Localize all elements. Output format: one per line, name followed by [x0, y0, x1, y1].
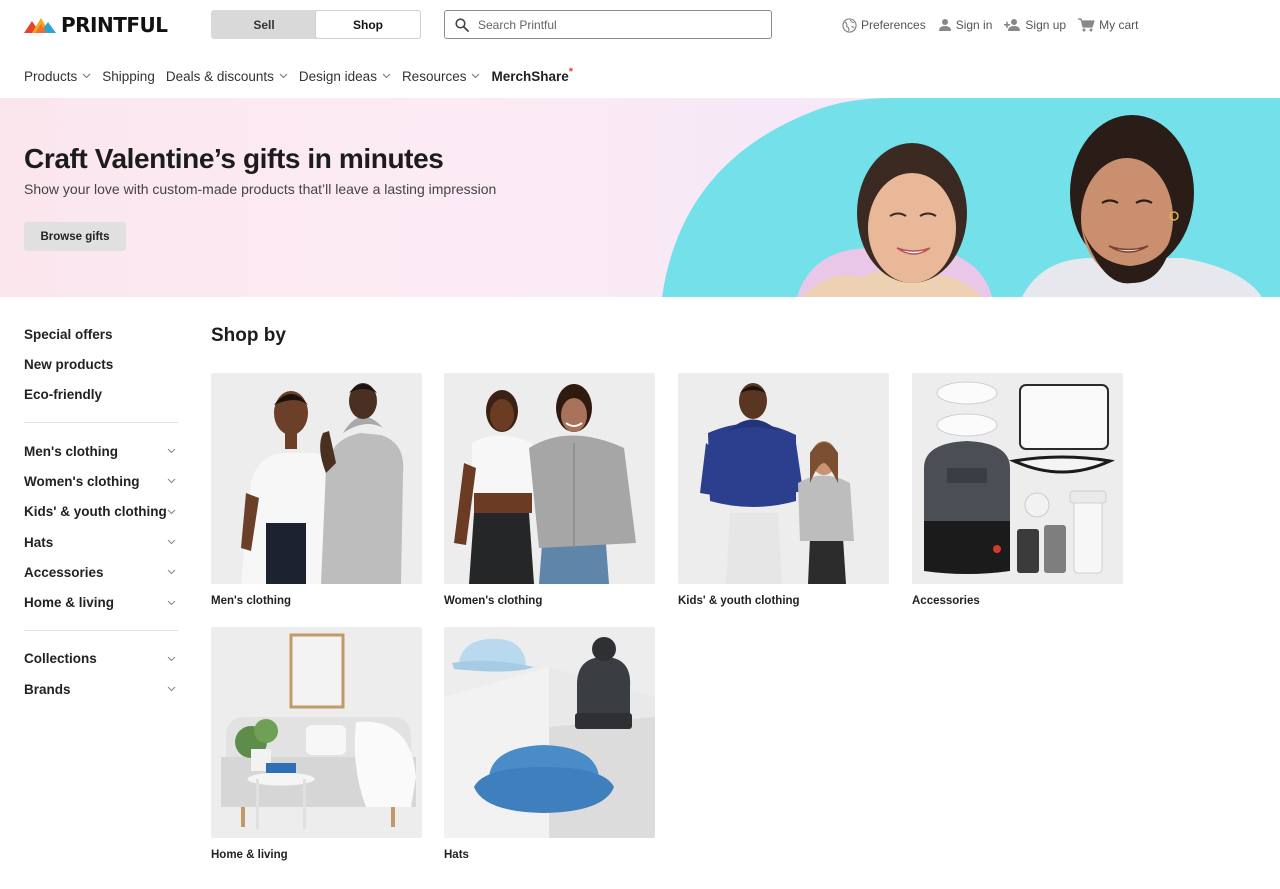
sidebar-category-label: Kids' & youth clothing	[24, 504, 167, 520]
kids-youth-clothing-image	[678, 373, 889, 584]
hero-banner: Craft Valentine’s gifts in minutes Show …	[0, 98, 1280, 297]
sidebar-link-new-products[interactable]: New products	[24, 350, 178, 380]
tile-label: Men's clothing	[211, 595, 292, 607]
nav-shipping[interactable]: Shipping	[102, 69, 155, 84]
nav-merchshare[interactable]: MerchShare *	[491, 66, 574, 84]
sidebar-category-label: Home & living	[24, 595, 115, 611]
user-plus-icon	[1004, 19, 1021, 31]
my-cart-link[interactable]: My cart	[1078, 18, 1138, 32]
nav-merchshare-label: MerchShare	[491, 68, 569, 84]
shop-tile-mens-clothing[interactable]: Men's clothing	[211, 373, 422, 607]
sidebar-category-mens-clothing[interactable]: Men's clothing	[24, 436, 178, 466]
printful-logo[interactable]: PRINTFUL	[24, 14, 168, 36]
cart-icon	[1078, 18, 1095, 32]
hero-couple-image	[662, 98, 1280, 297]
sidebar-category-label: Women's clothing	[24, 473, 140, 489]
nav-resources[interactable]: Resources	[402, 69, 481, 84]
chevron-down-icon	[167, 448, 176, 454]
chevron-down-icon	[167, 539, 176, 545]
tile-label: Kids' & youth clothing	[678, 595, 800, 607]
chevron-down-icon	[167, 569, 176, 575]
nav-deals-label: Deals & discounts	[165, 68, 274, 84]
accessories-image	[912, 373, 1123, 584]
sidebar-category-hats[interactable]: Hats	[24, 527, 178, 557]
chevron-down-icon	[167, 600, 176, 605]
home-living-image	[211, 627, 422, 838]
nav-design-ideas-label: Design ideas	[298, 68, 377, 84]
mode-shop-button[interactable]: Shop	[316, 11, 420, 38]
search-bar	[444, 10, 772, 39]
womens-clothing-image	[444, 373, 655, 584]
sidebar-divider	[24, 629, 178, 631]
search-input[interactable]	[478, 17, 758, 32]
sign-up-label: Sign up	[1025, 18, 1067, 32]
header-utilities: Preferences Sign in Sign up My cart	[842, 16, 1150, 34]
sidebar-category-womens-clothing[interactable]: Women's clothing	[24, 466, 178, 496]
hero-title: Craft Valentine’s gifts in minutes	[24, 143, 444, 174]
nav-products-label: Products	[24, 68, 78, 84]
main-nav: Products Shipping Deals & discounts Desi…	[24, 64, 584, 88]
browse-gifts-button[interactable]: Browse gifts	[24, 222, 126, 251]
my-cart-label: My cart	[1099, 18, 1139, 32]
sidebar-collections[interactable]: Collections	[24, 644, 178, 674]
chevron-down-icon	[279, 73, 288, 79]
hats-image	[444, 627, 655, 838]
merchshare-new-mark: *	[568, 66, 574, 78]
search-icon[interactable]	[455, 17, 469, 32]
shop-tile-hats[interactable]: Hats	[444, 627, 655, 861]
sidebar-category-accessories[interactable]: Accessories	[24, 557, 178, 587]
shop-tile-home-living[interactable]: Home & living	[211, 627, 422, 861]
nav-resources-label: Resources	[401, 68, 467, 84]
chevron-down-icon	[167, 656, 176, 662]
sidebar-brands-label: Brands	[24, 681, 71, 697]
user-icon	[938, 19, 951, 31]
shop-tile-kids-youth-clothing[interactable]: Kids' & youth clothing	[678, 373, 889, 607]
tile-label: Home & living	[211, 849, 288, 861]
category-sidebar: Special offers New products Eco-friendly…	[24, 320, 178, 704]
preferences-label: Preferences	[861, 18, 926, 32]
chevron-down-icon	[167, 509, 176, 515]
hero-subtitle: Show your love with custom-made products…	[24, 181, 497, 197]
mens-clothing-image	[211, 373, 422, 584]
sidebar-brands[interactable]: Brands	[24, 674, 178, 704]
tile-label: Women's clothing	[444, 595, 543, 607]
logo-mountains-icon	[24, 18, 56, 33]
sign-in-link[interactable]: Sign in	[938, 18, 993, 32]
logo-wordmark: PRINTFUL	[61, 13, 168, 37]
sidebar-link-special-offers[interactable]: Special offers	[24, 320, 178, 350]
chevron-down-icon	[167, 479, 176, 484]
sidebar-link-eco-friendly[interactable]: Eco-friendly	[24, 380, 178, 410]
sidebar-category-label: Hats	[24, 534, 54, 550]
nav-shipping-label: Shipping	[102, 68, 155, 84]
sidebar-collections-label: Collections	[24, 651, 97, 667]
tile-label: Accessories	[912, 595, 980, 607]
sidebar-category-home-living[interactable]: Home & living	[24, 587, 178, 617]
nav-design-ideas[interactable]: Design ideas	[299, 69, 391, 84]
shop-tile-womens-clothing[interactable]: Women's clothing	[444, 373, 655, 607]
top-header: PRINTFUL Sell Shop Preferences Sign in	[0, 0, 1280, 52]
sidebar-category-label: Men's clothing	[24, 443, 118, 459]
tile-label: Hats	[444, 849, 469, 861]
chevron-down-icon	[472, 73, 480, 79]
globe-icon	[842, 17, 857, 33]
nav-deals[interactable]: Deals & discounts	[166, 69, 288, 84]
sign-in-label: Sign in	[955, 18, 993, 32]
sidebar-divider	[24, 422, 178, 423]
mode-sell-button[interactable]: Sell	[212, 11, 316, 38]
shop-by-heading: Shop by	[211, 325, 286, 346]
preferences-link[interactable]: Preferences	[842, 17, 926, 33]
chevron-down-icon	[82, 73, 91, 79]
sell-shop-toggle: Sell Shop	[211, 10, 421, 39]
nav-products[interactable]: Products	[24, 69, 91, 84]
sidebar-category-kids-youth-clothing[interactable]: Kids' & youth clothing	[24, 497, 178, 527]
sidebar-category-label: Accessories	[24, 564, 104, 580]
chevron-down-icon	[382, 73, 391, 79]
shop-tile-accessories[interactable]: Accessories	[912, 373, 1123, 607]
chevron-down-icon	[167, 686, 176, 692]
sign-up-link[interactable]: Sign up	[1004, 18, 1066, 32]
